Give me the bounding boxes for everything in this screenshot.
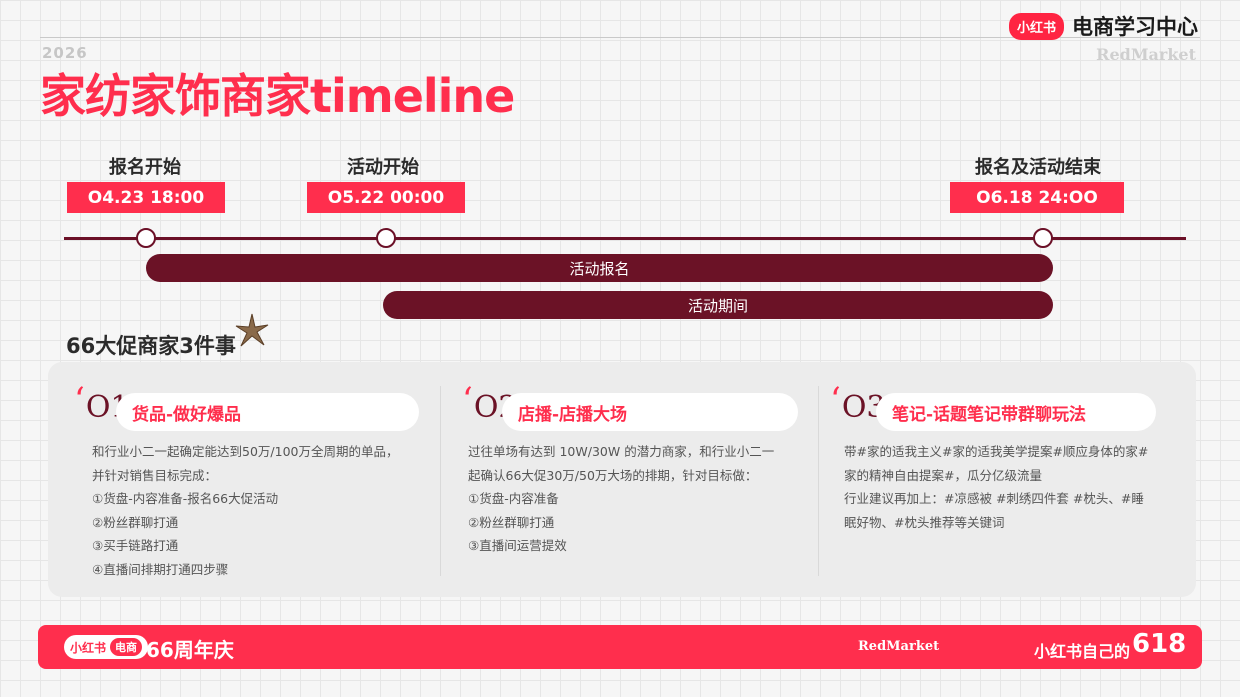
milestone-label-1: 报名开始 [109,157,181,178]
brand-badge: 小红书 [1008,12,1064,40]
task-line: ③买手链路打通 [92,538,179,553]
task-line: 和行业小二一起确定能达到50万/100万全周期的单品， [92,444,399,459]
quote-icon: ‘ [462,380,473,420]
task-line: 家的精神自由提案#，瓜分亿级流量 [844,467,1042,483]
task-line: ①货盘-内容准备 [468,491,559,506]
quote-icon: ‘ [830,380,841,420]
footer-logo: 小红书 电商 [64,635,149,659]
anniversary-label: 66周年庆 [146,638,234,662]
timeline-node-2 [376,228,396,248]
task-column-3: ‘O3 笔记-话题笔记带群聊玩法 带#家的适我主义#家的适我美学提案#顺应身体的… [818,362,1196,597]
task-line: ④直播间排期打通四步骤 [92,561,229,577]
timeline-node-3 [1033,228,1053,248]
task-body-1: 和行业小二一起确定能达到50万/100万全周期的单品， 并针对销售目标完成： ①… [92,440,398,581]
task-column-1: ‘O1 货品-做好爆品 和行业小二一起确定能达到50万/100万全周期的单品， … [48,362,438,597]
task-line: 行业建议再加上：#凉感被 #刺绣四件套 #枕头、#睡 [844,491,1144,506]
brand-name: 电商学习中心 [1072,15,1198,39]
quote-icon: ‘ [74,380,85,420]
tasks-panel: ‘O1 货品-做好爆品 和行业小二一起确定能达到50万/100万全周期的单品， … [48,362,1196,597]
footer-logo-sub: 电商 [110,638,143,656]
task-body-2: 过往单场有达到 10W/30W 的潜力商家，和行业小二一 起确认66大促30万/… [468,440,774,558]
milestone-date-1: O4.23 18:00 [67,182,225,213]
task-line: 起确认66大促30万/50万大场的排期，针对目标做： [468,467,758,483]
footer-logo-text: 小红书 [70,640,107,655]
timeline-axis [64,237,1186,240]
timeline-node-1 [136,228,156,248]
task-line: 过往单场有达到 10W/30W 的潜力商家，和行业小二一 [468,444,775,459]
registration-bar: 活动报名 [146,254,1053,282]
activity-period-bar: 活动期间 [383,291,1053,319]
footer-618: 618 [1132,629,1187,659]
task-line: ①货盘-内容准备-报名66大促活动 [92,491,279,506]
footer-banner: 小红书 电商 66周年庆 RedMarket 小红书自己的 618 [38,625,1202,669]
milestone-date-3: O6.18 24:OO [950,182,1124,213]
milestone-label-3: 报名及活动结束 [975,157,1101,178]
footer-slogan: 小红书自己的 [1034,642,1131,661]
task-line: ②粉丝群聊打通 [92,514,179,530]
task-title-1: 货品-做好爆品 [116,393,419,431]
star-icon [235,313,269,347]
task-column-2: ‘O2 店播-店播大场 过往单场有达到 10W/30W 的潜力商家，和行业小二一… [440,362,818,597]
section-title: 66大促商家3件事 [66,334,236,358]
page-title: 家纺家饰商家timeline [40,69,515,123]
task-line: ②粉丝群聊打通 [468,514,555,530]
task-title-2: 店播-店播大场 [502,393,798,431]
brand-subtitle: RedMarket [1096,45,1196,64]
task-line: 带#家的适我主义#家的适我美学提案#顺应身体的家# [844,444,1149,459]
footer-redmarket: RedMarket [858,639,940,654]
brand-logo: 小红书 电商学习中心 [1008,11,1198,41]
task-body-3: 带#家的适我主义#家的适我美学提案#顺应身体的家# 家的精神自由提案#，瓜分亿级… [844,440,1148,534]
task-line: ③直播间运营提效 [468,538,567,553]
milestone-date-2: O5.22 00:00 [307,182,465,213]
task-line: 并针对销售目标完成： [92,467,218,483]
milestone-label-2: 活动开始 [347,157,419,178]
task-title-3: 笔记-话题笔记带群聊玩法 [876,393,1156,431]
task-line: 眠好物、#枕头推荐等关键词 [844,514,1005,530]
